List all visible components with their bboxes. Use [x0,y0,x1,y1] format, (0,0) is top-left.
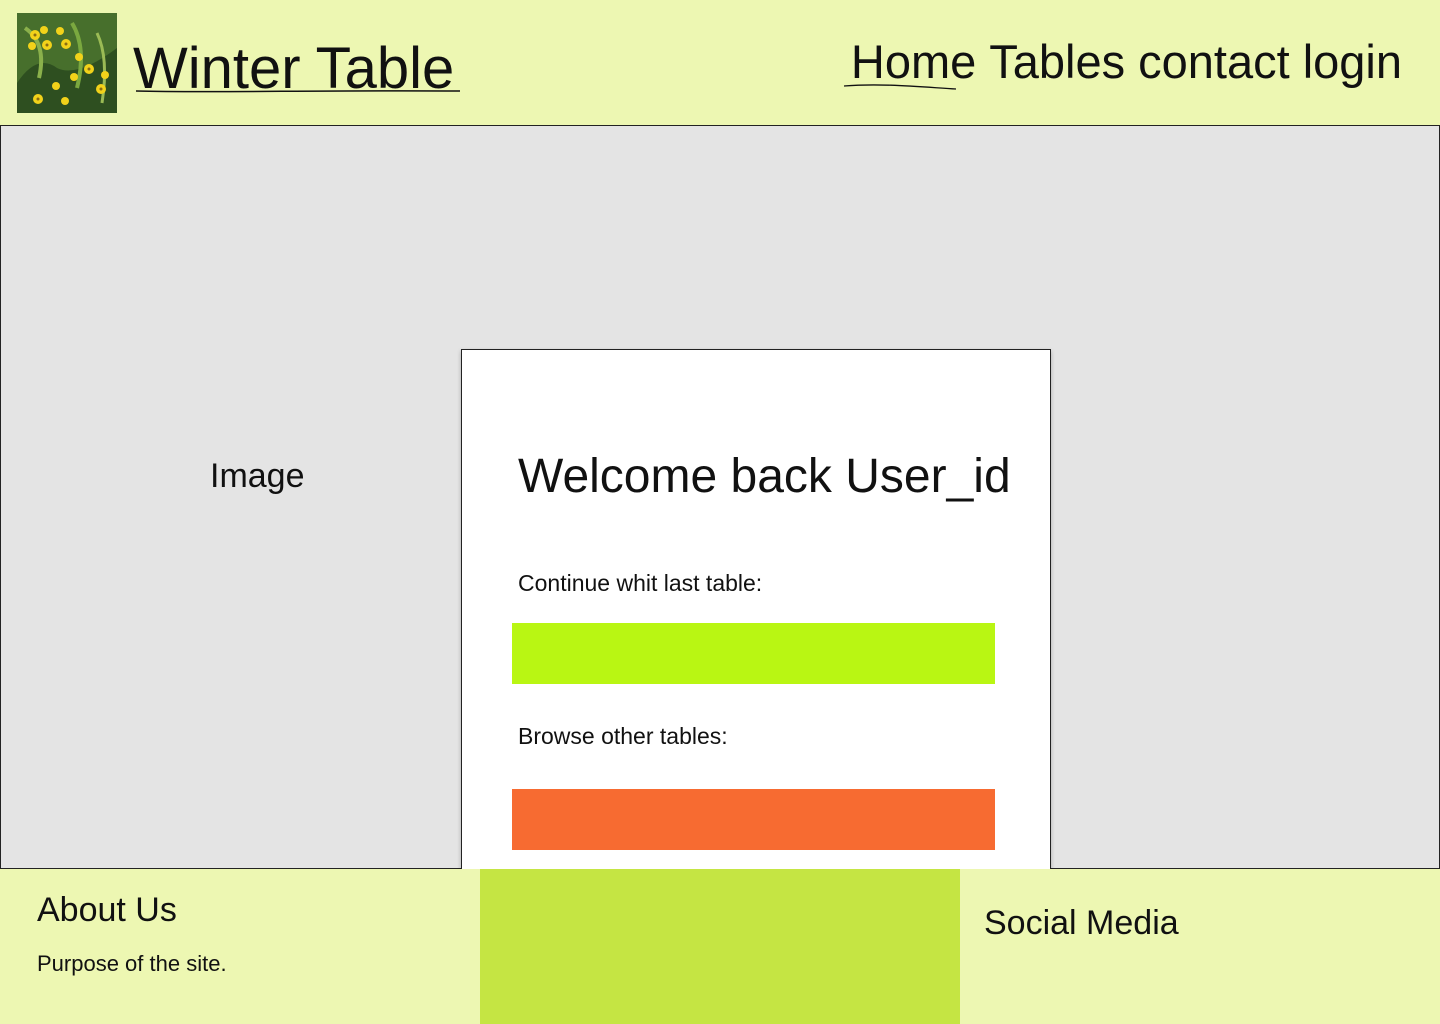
site-header: Winter Table Home Tables contact login [0,0,1440,125]
nav-tables[interactable]: Tables [989,34,1125,90]
title-underline-icon [135,90,461,93]
nav-login[interactable]: login [1303,34,1402,90]
welcome-card: Welcome back User_id Continue whit last … [461,349,1051,897]
about-heading: About Us [37,891,177,929]
continue-label: Continue whit last table: [518,570,763,596]
about-text: Purpose of the site. [37,951,227,976]
welcome-heading: Welcome back User_id [518,450,1011,503]
social-media-heading: Social Media [984,904,1179,942]
footer-social-section: Social Media [960,869,1440,1024]
image-placeholder: Image [210,457,305,495]
home-underline-icon [843,84,957,90]
flower-photo-icon [17,13,117,113]
footer-middle-section [480,869,960,1024]
main-area: Image Welcome back User_id Continue whit… [0,125,1440,897]
footer-about-section: About Us Purpose of the site. [0,869,480,1024]
browse-label: Browse other tables: [518,723,728,749]
nav-contact[interactable]: contact [1138,34,1290,90]
logo-image[interactable] [17,13,117,113]
browse-tables-button[interactable] [512,789,995,850]
site-footer: About Us Purpose of the site. Social Med… [0,869,1440,1024]
continue-table-button[interactable] [512,623,995,684]
